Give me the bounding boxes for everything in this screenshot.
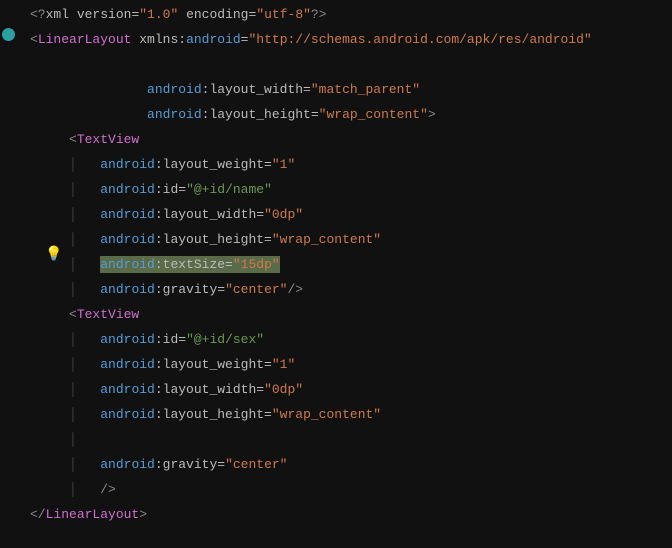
line-6: <TextView [30, 132, 139, 147]
line-16: │ android:layout_width="0dp" [30, 382, 303, 397]
gutter [0, 0, 24, 548]
line-15: │ android:layout_weight="1" [30, 357, 295, 372]
line-12: │ android:gravity="center"/> [30, 282, 303, 297]
line-18: │ [30, 432, 77, 447]
line-19: │ android:gravity="center" [30, 457, 287, 472]
line-1: <?xml version="1.0" encoding="utf-8"?> [30, 7, 327, 22]
line-5: android:layout_height="wrap_content"> [30, 107, 436, 122]
line-9: │ android:layout_width="0dp" [30, 207, 303, 222]
line-10: │ android:layout_height="wrap_content" [30, 232, 381, 247]
line-20: │ /> [30, 482, 116, 497]
line-21: </LinearLayout> [30, 507, 147, 522]
line-14: │ android:id="@+id/sex" [30, 332, 264, 347]
line-2: <LinearLayout xmlns:android="http://sche… [30, 32, 592, 47]
line-4: android:layout_width="match_parent" [30, 82, 420, 97]
line-8: │ android:id="@+id/name" [30, 182, 272, 197]
line-17: │ android:layout_height="wrap_content" [30, 407, 381, 422]
breakpoint-marker[interactable] [2, 28, 15, 41]
line-13: <TextView [30, 307, 139, 322]
line-11: │ android:textSize="15dp" [30, 256, 280, 273]
code-area[interactable]: <?xml version="1.0" encoding="utf-8"?> <… [30, 2, 592, 527]
line-7: │ android:layout_weight="1" [30, 157, 295, 172]
